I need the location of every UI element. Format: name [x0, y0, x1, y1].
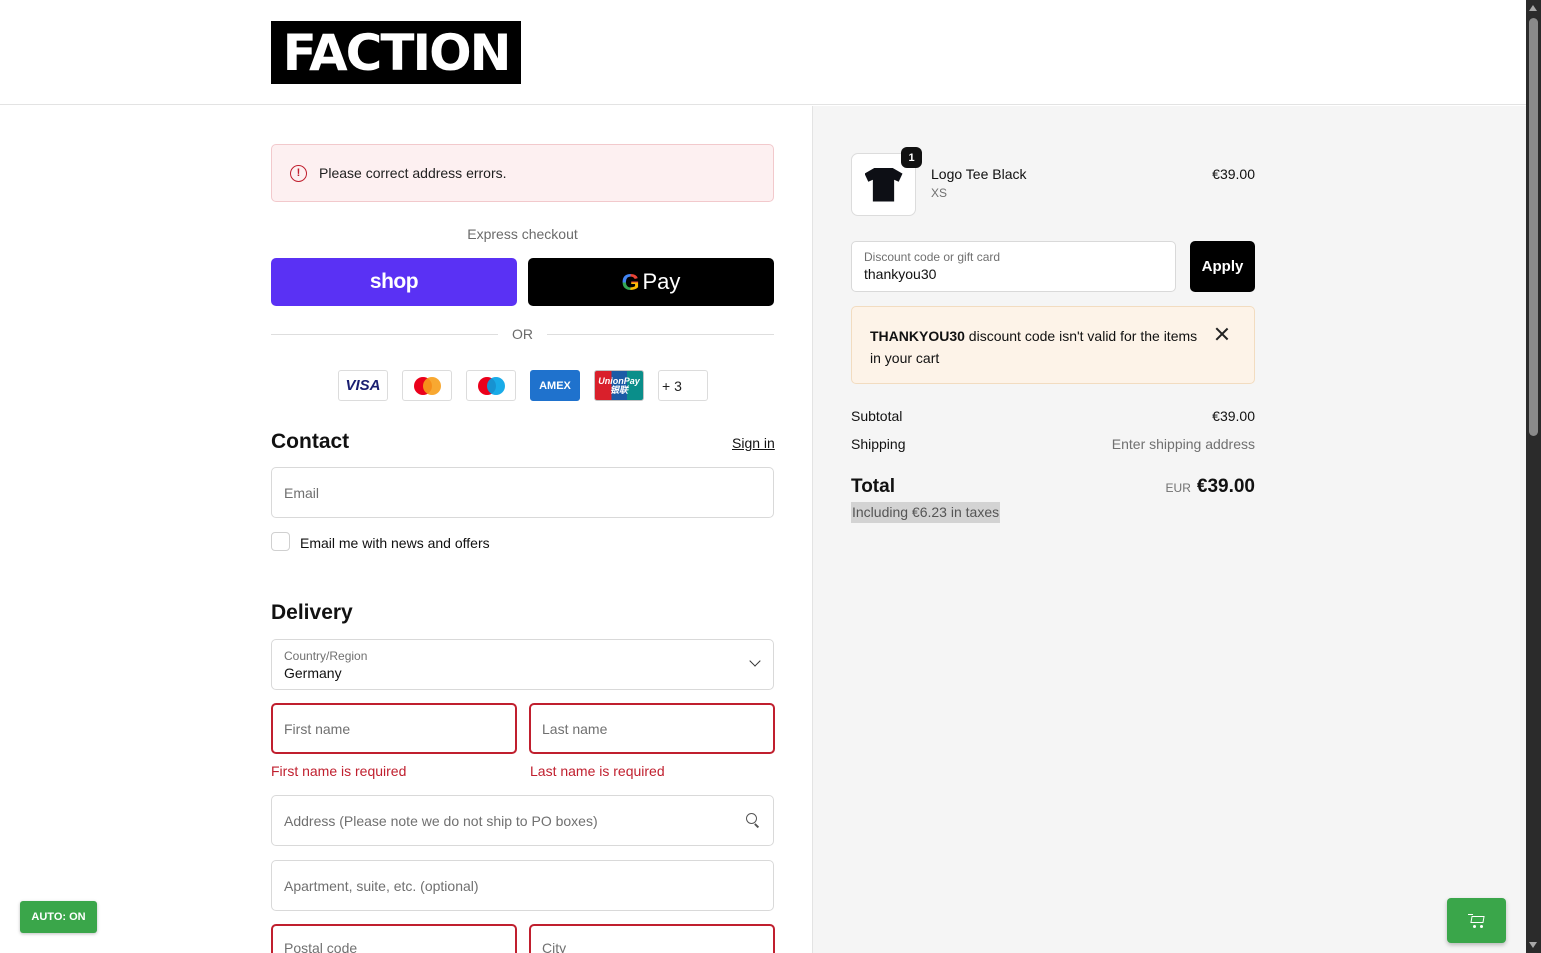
divider-line — [271, 333, 498, 335]
site-header: FACTION — [0, 0, 1526, 105]
city-placeholder: City — [542, 940, 567, 953]
brand-logo[interactable]: FACTION — [271, 21, 521, 84]
tshirt-icon — [864, 167, 903, 202]
express-checkout-label: Express checkout — [467, 226, 578, 242]
scroll-down-arrow-icon[interactable] — [1529, 942, 1537, 948]
total-amount: €39.00 — [1196, 476, 1255, 497]
address-placeholder: Address (Please note we do not ship to P… — [284, 812, 598, 829]
mastercard-icon — [402, 370, 452, 401]
quantity-badge: 1 — [901, 147, 922, 168]
last-name-placeholder: Last name — [542, 720, 608, 737]
newsletter-label: Email me with news and offers — [300, 535, 490, 551]
divider-line — [547, 333, 774, 335]
discount-code-input[interactable]: Discount code or gift card thankyou30 — [851, 241, 1176, 292]
postal-code-field[interactable]: Postal code — [271, 924, 517, 953]
unionpay-bottom-text: 银联 — [609, 384, 628, 395]
tax-note: Including €6.23 in taxes — [851, 502, 1001, 523]
cart-icon — [1467, 913, 1486, 929]
country-value: Germany — [284, 665, 342, 681]
or-divider: OR — [271, 325, 774, 343]
subtotal-value: €39.00 — [1212, 408, 1255, 424]
google-g-icon: G — [621, 268, 640, 295]
alert-circle-icon: ! — [290, 164, 307, 182]
postal-code-placeholder: Postal code — [284, 940, 358, 953]
delivery-heading: Delivery — [271, 601, 353, 624]
or-label: OR — [512, 326, 533, 342]
city-field[interactable]: City — [529, 924, 775, 953]
contact-heading: Contact — [271, 430, 350, 453]
first-name-error: First name is required — [271, 763, 407, 779]
total-label: Total — [851, 476, 895, 497]
visa-icon: VISA — [338, 370, 388, 401]
amex-icon: AMEX — [530, 370, 580, 401]
shop-pay-logo: shop — [369, 270, 419, 293]
auto-toggle-button[interactable]: AUTO: ON — [20, 901, 97, 933]
cart-button[interactable] — [1447, 898, 1506, 943]
address-field[interactable]: Address (Please note we do not ship to P… — [271, 795, 774, 846]
total-currency: EUR — [1165, 481, 1191, 495]
country-select[interactable]: Country/Region Germany — [271, 639, 774, 690]
google-pay-button[interactable]: G Pay — [528, 258, 774, 306]
subtotal-label: Subtotal — [851, 408, 903, 424]
email-placeholder: Email — [284, 484, 320, 501]
apartment-field[interactable]: Apartment, suite, etc. (optional) — [271, 860, 774, 911]
email-field[interactable]: Email — [271, 467, 774, 518]
discount-label: Discount code or gift card — [864, 250, 1001, 264]
apartment-placeholder: Apartment, suite, etc. (optional) — [284, 877, 479, 894]
order-summary-panel — [812, 106, 1526, 953]
last-name-field[interactable]: Last name — [529, 703, 775, 754]
close-icon[interactable] — [1215, 327, 1229, 341]
first-name-placeholder: First name — [284, 720, 351, 737]
product-name: Logo Tee Black — [931, 166, 1027, 182]
product-variant: XS — [931, 186, 948, 200]
payment-card-icons: VISA AMEX UnionPay 银联 + 3 — [338, 370, 708, 401]
google-pay-label: Pay — [642, 269, 681, 294]
maestro-icon — [466, 370, 516, 401]
product-price: €39.00 — [1212, 166, 1255, 182]
newsletter-checkbox[interactable] — [271, 532, 290, 551]
unionpay-icon: UnionPay 银联 — [594, 370, 644, 401]
discount-warning: THANKYOU30 discount code isn't valid for… — [851, 306, 1255, 384]
scrollbar-thumb[interactable] — [1529, 18, 1538, 436]
discount-code-text: THANKYOU30 — [870, 328, 965, 344]
first-name-field[interactable]: First name — [271, 703, 517, 754]
shipping-value: Enter shipping address — [1111, 436, 1255, 452]
discount-value: thankyou30 — [864, 266, 937, 282]
last-name-error: Last name is required — [530, 763, 665, 779]
shipping-label: Shipping — [851, 436, 906, 452]
sign-in-link[interactable]: Sign in — [732, 435, 775, 451]
more-cards-badge: + 3 — [658, 370, 708, 401]
total-value-group: EUR €39.00 — [1000, 476, 1255, 498]
shop-pay-button[interactable]: shop — [271, 258, 517, 306]
country-label: Country/Region — [284, 649, 368, 663]
address-error-banner: ! Please correct address errors. — [271, 144, 774, 202]
error-message: Please correct address errors. — [319, 165, 507, 181]
apply-discount-button[interactable]: Apply — [1190, 241, 1255, 292]
scroll-up-arrow-icon[interactable] — [1529, 5, 1537, 11]
search-icon — [746, 813, 760, 828]
page-scrollbar[interactable] — [1526, 0, 1541, 953]
